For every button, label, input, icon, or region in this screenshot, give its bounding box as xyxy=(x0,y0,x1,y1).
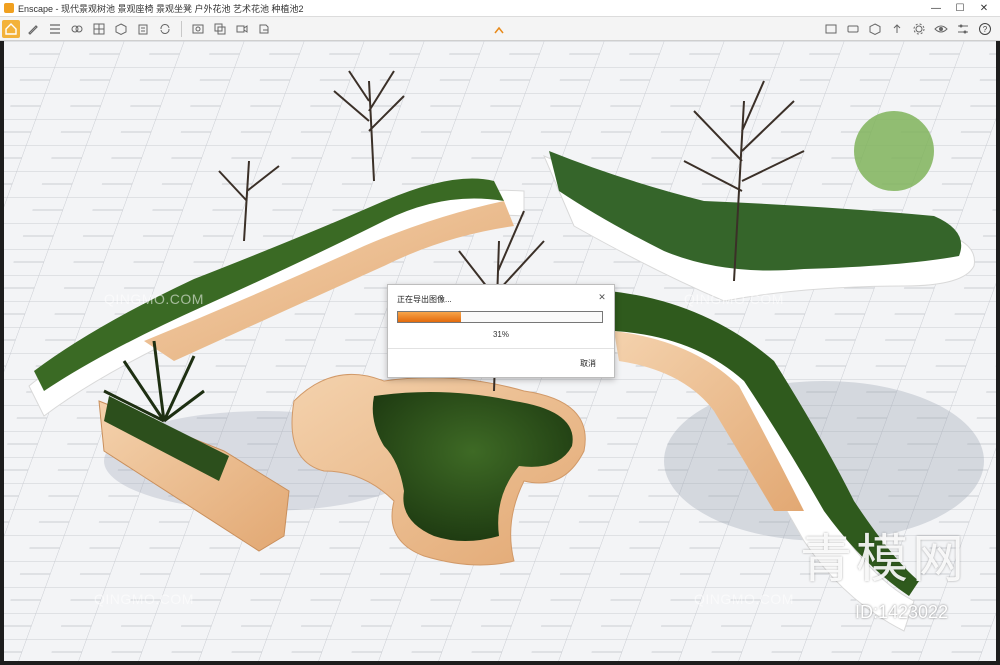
visual-settings-button[interactable] xyxy=(932,20,950,38)
cube-view-icon xyxy=(869,22,881,35)
home-button[interactable] xyxy=(2,19,20,38)
list-icon xyxy=(50,23,60,34)
export-progress-dialog: 正在导出图像... ✕ 31% 取消 xyxy=(387,284,615,378)
help-icon: ? xyxy=(979,22,991,35)
link-icon xyxy=(71,25,83,32)
panorama-button[interactable] xyxy=(844,20,862,38)
sliders-icon xyxy=(958,24,968,33)
dialog-title: 正在导出图像... xyxy=(397,295,452,304)
close-button[interactable]: ✕ xyxy=(972,0,996,16)
sliders-button[interactable] xyxy=(954,20,972,38)
asset-library-icon xyxy=(825,24,837,33)
screenshot-icon xyxy=(192,24,204,33)
pen-icon xyxy=(28,24,38,35)
building-button[interactable] xyxy=(134,20,152,38)
sync-button[interactable] xyxy=(156,20,174,38)
list-button[interactable] xyxy=(46,20,64,38)
batch-render-icon xyxy=(214,23,226,34)
batch-render-button[interactable] xyxy=(211,20,229,38)
watermark-text: QINGMO.COM xyxy=(694,591,794,607)
help-button[interactable]: ? xyxy=(976,20,994,38)
grid-icon xyxy=(93,23,105,34)
enscape-logo-icon xyxy=(4,3,14,13)
export-progress-bar xyxy=(397,311,603,323)
eye-icon xyxy=(934,25,948,32)
svg-text:?: ? xyxy=(983,25,988,34)
cancel-button[interactable]: 取消 xyxy=(580,358,596,369)
title-bar: Enscape - 现代景观树池 景观座椅 景观坐凳 户外花池 艺术花池 种植池… xyxy=(0,0,1000,17)
watermark-id: ID:1423022 xyxy=(855,602,949,622)
progress-percent: 31% xyxy=(492,330,509,339)
minimize-button[interactable]: — xyxy=(924,0,948,16)
watermark-text: QINGMO.COM xyxy=(684,291,784,307)
screenshot-button[interactable] xyxy=(189,20,207,38)
cube-icon xyxy=(115,22,127,35)
dialog-divider xyxy=(388,348,614,349)
export-icon xyxy=(259,24,269,33)
toolbar-separator xyxy=(181,20,182,37)
grid-button[interactable] xyxy=(90,20,108,38)
video-icon xyxy=(236,24,248,33)
cube-view-button[interactable] xyxy=(866,20,884,38)
window-title: Enscape - 现代景观树池 景观座椅 景观坐凳 户外花池 艺术花池 种植池… xyxy=(18,3,304,14)
window-controls: — ☐ ✕ xyxy=(924,0,996,16)
watermark-text: QINGMO.COM xyxy=(104,291,204,307)
collapse-arrow-icon[interactable] xyxy=(494,26,504,34)
gear-icon xyxy=(913,23,925,34)
maximize-button[interactable]: ☐ xyxy=(948,0,972,16)
progress-fill xyxy=(398,312,462,322)
panorama-icon xyxy=(847,25,859,32)
watermark-logo: 青模网 xyxy=(800,530,969,590)
dialog-close-icon[interactable]: ✕ xyxy=(596,291,608,303)
building-icon xyxy=(138,24,148,34)
upload-icon xyxy=(893,23,901,33)
home-icon xyxy=(5,22,17,35)
upload-button[interactable] xyxy=(888,20,906,38)
pen-button[interactable] xyxy=(24,20,42,38)
cube-button[interactable] xyxy=(112,20,130,38)
settings-button[interactable] xyxy=(910,20,928,38)
link-button[interactable] xyxy=(68,20,86,38)
asset-library-button[interactable] xyxy=(822,20,840,38)
watermark-text: QINGMO.COM xyxy=(94,591,194,607)
sync-icon xyxy=(160,23,170,34)
video-button[interactable] xyxy=(233,20,251,38)
export-button[interactable] xyxy=(255,20,273,38)
toolbar-right: ? xyxy=(820,17,996,40)
